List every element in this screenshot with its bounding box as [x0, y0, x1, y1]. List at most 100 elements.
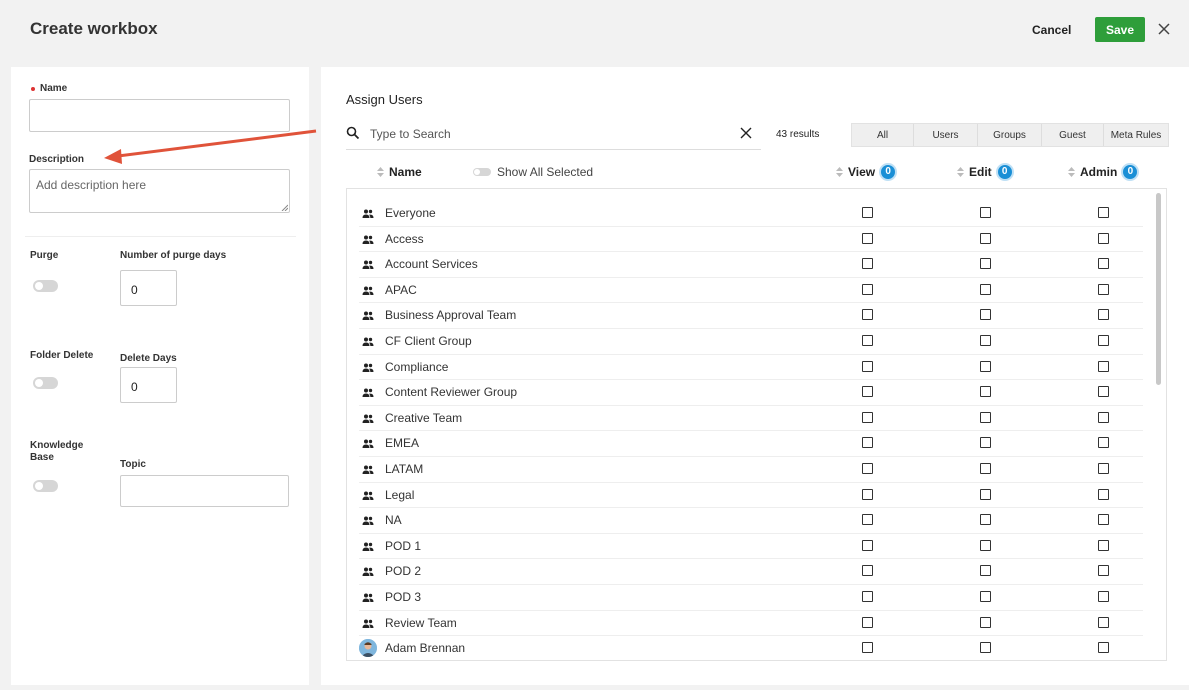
view-checkbox[interactable] — [862, 232, 873, 244]
table-scrollbar[interactable] — [1156, 193, 1161, 385]
view-checkbox[interactable] — [862, 283, 873, 295]
view-checkbox[interactable] — [862, 411, 873, 423]
description-field[interactable] — [29, 169, 290, 213]
resize-grip-icon[interactable] — [281, 204, 288, 211]
row-name: Content Reviewer Group — [385, 385, 518, 400]
admin-checkbox[interactable] — [1098, 539, 1109, 551]
admin-checkbox[interactable] — [1098, 488, 1109, 500]
edit-column-header[interactable]: Edit 0 — [957, 163, 1014, 181]
view-checkbox[interactable] — [862, 514, 873, 526]
edit-checkbox[interactable] — [980, 591, 991, 602]
name-field[interactable] — [29, 99, 290, 132]
filter-guest-tab[interactable]: Guest — [1042, 124, 1104, 146]
edit-checkbox[interactable] — [980, 616, 991, 628]
show-all-selected[interactable]: Show All Selected — [473, 165, 593, 179]
name-column-label: Name — [389, 165, 422, 179]
purge-days-input[interactable]: 0 — [120, 270, 177, 306]
close-icon[interactable] — [1154, 19, 1174, 39]
admin-checkbox[interactable] — [1098, 514, 1109, 526]
filter-all-tab[interactable]: All — [852, 124, 914, 146]
group-icon — [362, 617, 374, 629]
admin-checkbox[interactable] — [1098, 258, 1109, 270]
edit-checkbox[interactable] — [980, 283, 991, 295]
table-row: CF Client Group — [359, 329, 1143, 355]
group-icon — [362, 489, 374, 501]
cancel-button[interactable]: Cancel — [1022, 20, 1081, 40]
admin-column-header[interactable]: Admin 0 — [1068, 163, 1140, 181]
edit-checkbox[interactable] — [980, 207, 991, 218]
topic-field[interactable] — [120, 475, 289, 507]
admin-checkbox[interactable] — [1098, 565, 1109, 577]
view-column-header[interactable]: View 0 — [836, 163, 898, 181]
admin-checkbox[interactable] — [1098, 437, 1109, 449]
view-checkbox[interactable] — [862, 335, 873, 346]
name-column-header[interactable]: Name — [377, 165, 422, 179]
view-checkbox[interactable] — [862, 642, 873, 654]
table-row: POD 2 — [359, 559, 1143, 585]
edit-checkbox[interactable] — [980, 565, 991, 577]
header-bar: Create workbox Cancel Save — [0, 0, 1189, 60]
view-checkbox[interactable] — [862, 565, 873, 577]
view-column-label: View — [848, 165, 876, 179]
edit-checkbox[interactable] — [980, 360, 991, 372]
admin-checkbox[interactable] — [1098, 360, 1109, 372]
admin-checkbox[interactable] — [1098, 616, 1109, 628]
admin-checkbox[interactable] — [1098, 591, 1109, 602]
view-checkbox[interactable] — [862, 207, 873, 218]
admin-checkbox[interactable] — [1098, 207, 1109, 218]
folder-delete-toggle[interactable] — [33, 377, 58, 389]
view-checkbox[interactable] — [862, 539, 873, 551]
view-checkbox[interactable] — [862, 463, 873, 474]
admin-checkbox[interactable] — [1098, 386, 1109, 398]
view-checkbox[interactable] — [862, 591, 873, 602]
table-row: Access — [359, 227, 1143, 253]
required-indicator — [31, 87, 35, 91]
edit-checkbox[interactable] — [980, 258, 991, 270]
admin-checkbox[interactable] — [1098, 232, 1109, 244]
edit-checkbox[interactable] — [980, 309, 991, 321]
edit-checkbox[interactable] — [980, 514, 991, 526]
row-name: NA — [385, 513, 402, 528]
edit-checkbox[interactable] — [980, 642, 991, 654]
row-name: LATAM — [385, 462, 424, 476]
view-checkbox[interactable] — [862, 488, 873, 500]
row-name: APAC — [385, 282, 417, 297]
view-checkbox[interactable] — [862, 616, 873, 628]
view-checkbox[interactable] — [862, 309, 873, 321]
edit-checkbox[interactable] — [980, 437, 991, 449]
admin-checkbox[interactable] — [1098, 335, 1109, 346]
show-all-selected-toggle[interactable] — [473, 168, 491, 176]
edit-checkbox[interactable] — [980, 386, 991, 398]
view-checkbox[interactable] — [862, 258, 873, 270]
edit-checkbox[interactable] — [980, 232, 991, 244]
edit-checkbox[interactable] — [980, 335, 991, 346]
admin-checkbox[interactable] — [1098, 283, 1109, 295]
admin-checkbox[interactable] — [1098, 463, 1109, 474]
edit-checkbox[interactable] — [980, 539, 991, 551]
sort-icon — [1068, 167, 1075, 177]
save-button[interactable]: Save — [1095, 17, 1145, 42]
row-name: Business Approval Team — [385, 308, 517, 323]
purge-toggle[interactable] — [33, 280, 58, 292]
view-checkbox[interactable] — [862, 386, 873, 398]
search-input[interactable] — [370, 124, 730, 144]
edit-checkbox[interactable] — [980, 411, 991, 423]
filter-groups-tab[interactable]: Groups — [978, 124, 1042, 146]
row-name: Everyone — [385, 206, 436, 220]
group-icon — [362, 258, 374, 270]
edit-checkbox[interactable] — [980, 463, 991, 474]
row-name: Creative Team — [385, 410, 463, 425]
admin-checkbox[interactable] — [1098, 411, 1109, 423]
view-checkbox[interactable] — [862, 437, 873, 449]
table-row: Account Services — [359, 252, 1143, 278]
row-name: Review Team — [385, 615, 457, 630]
delete-days-input[interactable]: 0 — [120, 367, 177, 403]
admin-checkbox[interactable] — [1098, 309, 1109, 321]
admin-checkbox[interactable] — [1098, 642, 1109, 654]
clear-search-icon[interactable] — [740, 127, 752, 139]
view-checkbox[interactable] — [862, 360, 873, 372]
edit-checkbox[interactable] — [980, 488, 991, 500]
filter-meta-rules-tab[interactable]: Meta Rules — [1104, 124, 1168, 146]
knowledge-base-toggle[interactable] — [33, 480, 58, 492]
filter-users-tab[interactable]: Users — [914, 124, 978, 146]
